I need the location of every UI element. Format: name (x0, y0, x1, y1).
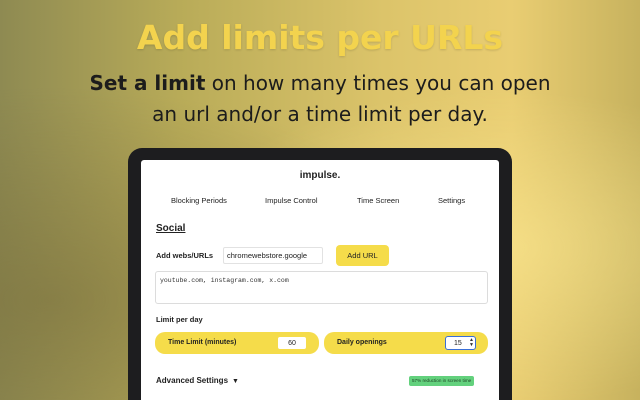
daily-openings-label: Daily openings (337, 339, 387, 346)
spinner-arrows-icon[interactable]: ▲ ▼ (469, 338, 474, 348)
limit-per-day-label: Limit per day (156, 315, 203, 324)
daily-openings-control: Daily openings ▲▼ (324, 332, 488, 354)
caret-down-icon: ▼ (232, 378, 239, 385)
promo-subtitle: Set a limit on how many times you can op… (0, 68, 640, 130)
tab-time-screen[interactable]: Time Screen (357, 196, 399, 205)
url-list-field[interactable]: youtube.com, instagram.com, x.com (155, 271, 488, 304)
app-title: impulse. (299, 170, 341, 181)
promo-headline: Add limits per URLs (136, 18, 504, 57)
tab-bar: Blocking Periods Impulse Control Time Sc… (141, 196, 499, 208)
advanced-settings-toggle[interactable]: Advanced Settings ▼ (156, 376, 239, 385)
section-title: Social (156, 223, 186, 234)
tab-settings[interactable]: Settings (438, 196, 465, 205)
app-screen: impulse. Blocking Periods Impulse Contro… (141, 160, 499, 400)
promo-subtitle-line1: on how many times you can open (205, 71, 551, 95)
url-input[interactable] (223, 247, 323, 264)
time-limit-control: Time Limit (minutes) (155, 332, 319, 354)
tab-blocking-periods[interactable]: Blocking Periods (171, 196, 227, 205)
promo-subtitle-line2: an url and/or a time limit per day. (152, 102, 488, 126)
time-limit-label: Time Limit (minutes) (168, 339, 237, 346)
add-url-button[interactable]: Add URL (336, 245, 389, 266)
time-limit-input[interactable] (278, 337, 306, 349)
promo-subtitle-bold: Set a limit (89, 71, 206, 95)
tab-impulse-control[interactable]: Impulse Control (265, 196, 318, 205)
advanced-settings-label: Advanced Settings (156, 376, 229, 385)
add-urls-label: Add webs/URLs (156, 251, 214, 260)
reduction-badge: 57% reduction in screen time (409, 376, 475, 386)
